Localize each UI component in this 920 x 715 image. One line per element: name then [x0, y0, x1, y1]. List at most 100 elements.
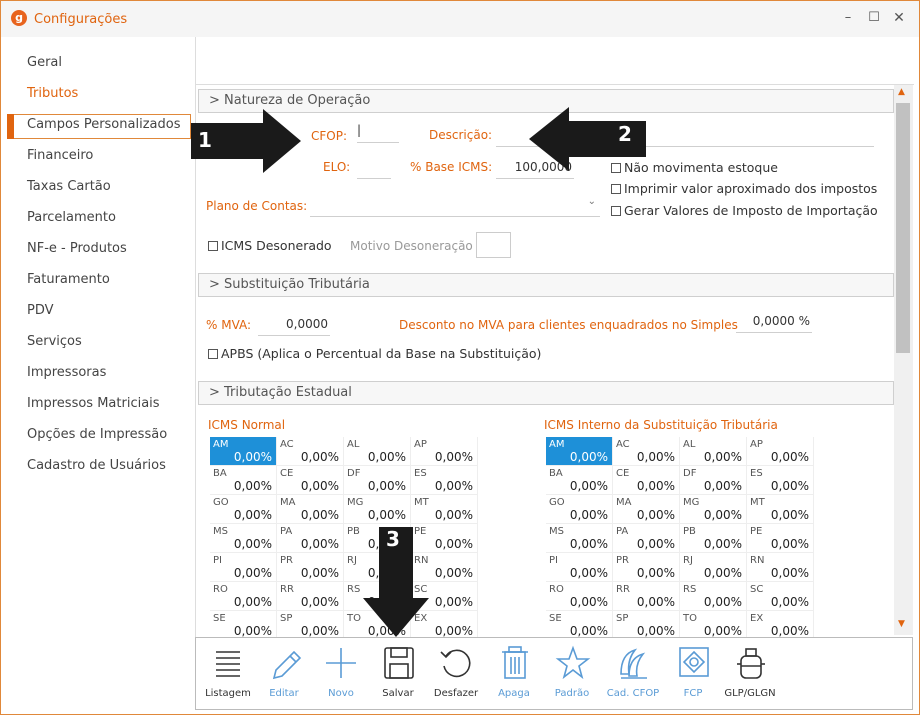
- icms-normal-cell[interactable]: PR 0,00%: [277, 553, 344, 582]
- icms-interno-cell[interactable]: MA 0,00%: [613, 495, 680, 524]
- icms-normal-cell[interactable]: PI 0,00%: [210, 553, 277, 582]
- sidebar-item[interactable]: Tributos: [27, 86, 78, 101]
- vertical-scrollbar[interactable]: ▲ ▼: [894, 85, 913, 635]
- icms-interno-cell[interactable]: ES 0,00%: [747, 466, 814, 495]
- chk-apbs[interactable]: APBS (Aplica o Percentual da Base na Sub…: [208, 346, 541, 361]
- toolbar-button-listagem[interactable]: Listagem: [198, 638, 258, 708]
- icms-interno-cell[interactable]: SC 0,00%: [747, 582, 814, 611]
- sidebar-item[interactable]: Opções de Impressão: [27, 427, 167, 442]
- icms-interno-cell[interactable]: MG 0,00%: [680, 495, 747, 524]
- icms-interno-cell[interactable]: AP 0,00%: [747, 437, 814, 466]
- icms-interno-cell[interactable]: CE 0,00%: [613, 466, 680, 495]
- icms-interno-cell[interactable]: SP 0,00%: [613, 611, 680, 637]
- motivo-input[interactable]: [476, 232, 511, 258]
- icms-normal-cell[interactable]: AC 0,00%: [277, 437, 344, 466]
- icms-interno-cell[interactable]: RO 0,00%: [546, 582, 613, 611]
- icms-normal-cell[interactable]: PE 0,00%: [411, 524, 478, 553]
- icms-normal-cell[interactable]: RR 0,00%: [277, 582, 344, 611]
- icms-interno-cell[interactable]: AC 0,00%: [613, 437, 680, 466]
- icms-interno-cell[interactable]: BA 0,00%: [546, 466, 613, 495]
- section-tributacao-estadual[interactable]: > Tributação Estadual: [198, 381, 894, 405]
- toolbar-button-glp-glgn[interactable]: GLP/GLGN: [720, 638, 780, 708]
- icms-normal-cell[interactable]: GO 0,00%: [210, 495, 277, 524]
- icms-normal-cell[interactable]: ES 0,00%: [411, 466, 478, 495]
- icms-normal-cell[interactable]: SC 0,00%: [411, 582, 478, 611]
- icms-normal-cell[interactable]: BA 0,00%: [210, 466, 277, 495]
- toolbar-button-salvar[interactable]: Salvar: [368, 638, 428, 708]
- cfop-input[interactable]: |: [357, 123, 399, 143]
- icms-interno-cell[interactable]: TO 0,00%: [680, 611, 747, 637]
- sidebar-item[interactable]: Impressos Matriciais: [27, 396, 160, 411]
- icms-normal-cell[interactable]: SP 0,00%: [277, 611, 344, 637]
- icms-normal-cell[interactable]: MS 0,00%: [210, 524, 277, 553]
- icms-interno-cell[interactable]: AL 0,00%: [680, 437, 747, 466]
- sidebar-item[interactable]: Serviços: [27, 334, 82, 349]
- icms-interno-cell[interactable]: RJ 0,00%: [680, 553, 747, 582]
- icms-interno-cell[interactable]: SE 0,00%: [546, 611, 613, 637]
- toolbar-button-padr-o[interactable]: Padrão: [542, 638, 602, 708]
- icms-normal-cell[interactable]: RN 0,00%: [411, 553, 478, 582]
- plano-contas-select[interactable]: ⌄: [310, 193, 600, 217]
- minimize-icon[interactable]: –: [839, 9, 857, 27]
- icms-interno-cell[interactable]: PB 0,00%: [680, 524, 747, 553]
- toolbar-button-novo[interactable]: Novo: [311, 638, 371, 708]
- elo-input[interactable]: [357, 157, 391, 179]
- icms-interno-cell[interactable]: RN 0,00%: [747, 553, 814, 582]
- icms-interno-cell[interactable]: RS 0,00%: [680, 582, 747, 611]
- desconto-mva-input[interactable]: 0,0000 %: [736, 311, 812, 333]
- toolbar-button-editar[interactable]: Editar: [254, 638, 314, 708]
- icms-normal-cell[interactable]: AM 0,00%: [210, 437, 277, 466]
- icms-normal-cell[interactable]: MG 0,00%: [344, 495, 411, 524]
- sidebar-item[interactable]: NF-e - Produtos: [27, 241, 127, 256]
- maximize-icon[interactable]: ☐: [865, 9, 883, 27]
- icms-interno-cell[interactable]: MT 0,00%: [747, 495, 814, 524]
- sidebar-item[interactable]: Taxas Cartão: [27, 179, 111, 194]
- icms-interno-cell[interactable]: PE 0,00%: [747, 524, 814, 553]
- icms-interno-cell[interactable]: GO 0,00%: [546, 495, 613, 524]
- icms-normal-cell[interactable]: PA 0,00%: [277, 524, 344, 553]
- toolbar-button-apaga[interactable]: Apaga: [484, 638, 544, 708]
- icms-normal-cell[interactable]: TO 0,00%: [344, 611, 411, 637]
- section-substituicao[interactable]: > Substituição Tributária: [198, 273, 894, 297]
- scroll-down-icon[interactable]: ▼: [898, 619, 905, 629]
- icms-normal-cell[interactable]: AP 0,00%: [411, 437, 478, 466]
- sidebar-item[interactable]: Parcelamento: [27, 210, 116, 225]
- base-icms-input[interactable]: 100,0000: [496, 157, 574, 179]
- sidebar-item[interactable]: Campos Personalizados: [27, 117, 180, 132]
- sidebar-item[interactable]: Faturamento: [27, 272, 110, 287]
- mva-input[interactable]: 0,0000: [258, 314, 330, 336]
- icms-normal-cell[interactable]: MT 0,00%: [411, 495, 478, 524]
- icms-interno-cell[interactable]: EX 0,00%: [747, 611, 814, 637]
- icms-normal-cell[interactable]: MA 0,00%: [277, 495, 344, 524]
- icms-interno-cell[interactable]: DF 0,00%: [680, 466, 747, 495]
- icms-normal-cell[interactable]: CE 0,00%: [277, 466, 344, 495]
- toolbar-button-fcp[interactable]: FCP: [663, 638, 723, 708]
- sidebar-item[interactable]: Impressoras: [27, 365, 106, 380]
- icms-interno-cell[interactable]: MS 0,00%: [546, 524, 613, 553]
- section-natureza[interactable]: > Natureza de Operação: [198, 89, 894, 113]
- scroll-thumb[interactable]: [896, 103, 910, 353]
- icms-normal-cell[interactable]: AL 0,00%: [344, 437, 411, 466]
- scroll-up-icon[interactable]: ▲: [898, 87, 905, 97]
- close-icon[interactable]: ✕: [890, 9, 908, 27]
- sidebar-item[interactable]: Geral: [27, 55, 62, 70]
- icms-normal-cell[interactable]: DF 0,00%: [344, 466, 411, 495]
- chk-imposto-importacao[interactable]: Gerar Valores de Imposto de Importação: [611, 203, 878, 218]
- icms-normal-cell[interactable]: EX 0,00%: [411, 611, 478, 637]
- toolbar-button-cad-cfop[interactable]: Cad. CFOP: [603, 638, 663, 708]
- icms-interno-cell[interactable]: AM 0,00%: [546, 437, 613, 466]
- chk-imprimir-valor[interactable]: Imprimir valor aproximado dos impostos: [611, 181, 877, 196]
- chk-nao-movimenta[interactable]: Não movimenta estoque: [611, 160, 778, 175]
- icms-normal-cell[interactable]: RO 0,00%: [210, 582, 277, 611]
- chk-icms-desonerado[interactable]: ICMS Desonerado: [208, 238, 332, 253]
- icms-interno-cell[interactable]: RR 0,00%: [613, 582, 680, 611]
- icms-normal-cell[interactable]: RS 0,00%: [344, 582, 411, 611]
- toolbar-button-desfazer[interactable]: Desfazer: [426, 638, 486, 708]
- sidebar-item[interactable]: Cadastro de Usuários: [27, 458, 166, 473]
- icms-interno-cell[interactable]: PR 0,00%: [613, 553, 680, 582]
- icms-interno-cell[interactable]: PA 0,00%: [613, 524, 680, 553]
- sidebar-item[interactable]: PDV: [27, 303, 54, 318]
- icms-normal-cell[interactable]: SE 0,00%: [210, 611, 277, 637]
- descricao-input[interactable]: [496, 125, 874, 147]
- icms-interno-cell[interactable]: PI 0,00%: [546, 553, 613, 582]
